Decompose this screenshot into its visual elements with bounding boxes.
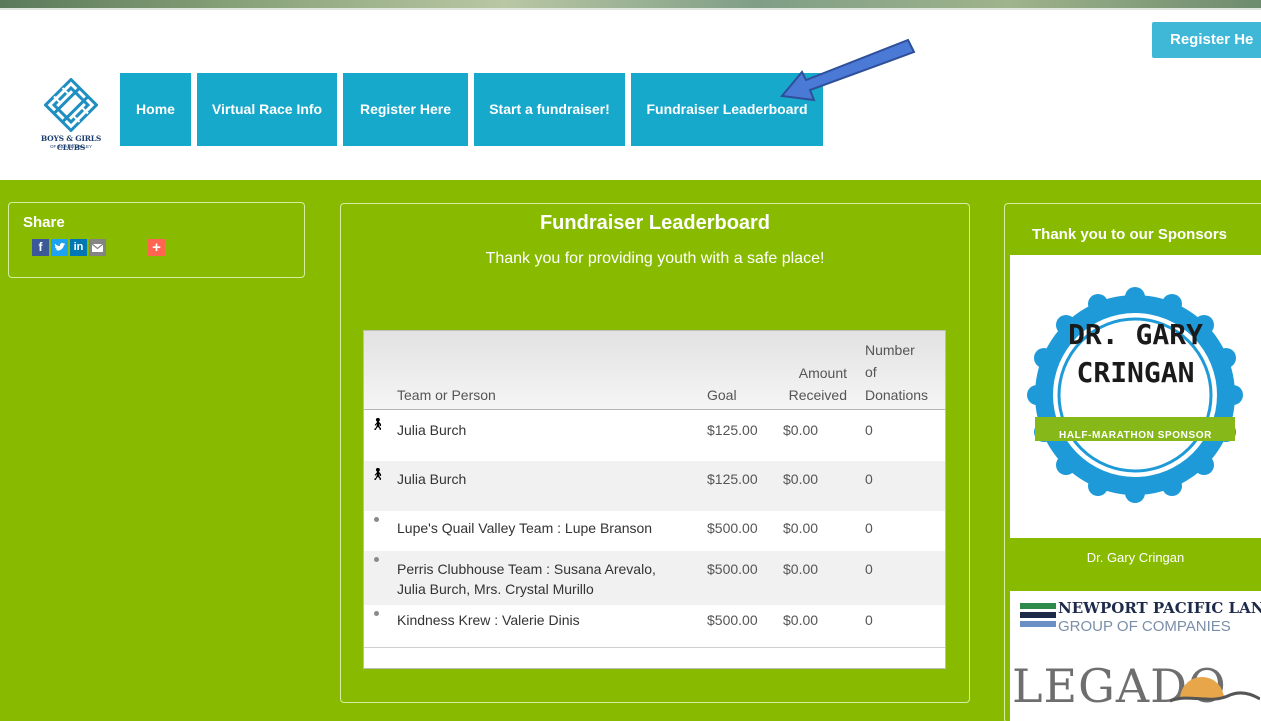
annotation-arrow-icon (780, 38, 916, 102)
logo-text: BOYS & GIRLS CLUBS (40, 134, 102, 152)
table-row[interactable]: 🚶︎ Julia Burch $125.00 $0.00 0 (364, 461, 945, 511)
newport-logo-icon (1020, 603, 1056, 627)
logo-subtext: OF INLAND VALLEY (50, 144, 92, 149)
row-donations: 0 (865, 422, 873, 438)
team-icon (374, 611, 379, 616)
row-received: $0.00 (783, 561, 819, 577)
table-row[interactable]: Kindness Krew : Valerie Dinis $500.00 $0… (364, 605, 945, 645)
person-icon: 🚶︎ (370, 417, 386, 431)
row-goal: $500.00 (707, 561, 758, 577)
legado-sun-icon (1170, 677, 1260, 703)
col-amount-line1[interactable]: Amount (782, 364, 847, 382)
table-footer (364, 647, 945, 668)
row-goal: $125.00 (707, 471, 758, 487)
row-received: $0.00 (783, 422, 819, 438)
row-name[interactable]: Julia Burch (397, 470, 466, 488)
nav-start-fundraiser[interactable]: Start a fundraiser! (474, 73, 625, 146)
row-donations: 0 (865, 471, 873, 487)
person-icon: 🚶︎ (370, 467, 386, 481)
col-goal[interactable]: Goal (707, 386, 737, 404)
row-goal: $125.00 (707, 422, 758, 438)
row-name-continued[interactable]: Julia Burch, Mrs. Crystal Murillo (397, 580, 594, 598)
row-name[interactable]: Perris Clubhouse Team : Susana Arevalo, (397, 560, 656, 578)
col-team-or-person[interactable]: Team or Person (397, 386, 496, 404)
facebook-icon[interactable]: f (32, 239, 49, 256)
col-donations-line3[interactable]: Donations (865, 386, 928, 404)
site-logo[interactable]: BOYS & GIRLS CLUBS OF INLAND VALLEY (30, 78, 112, 158)
page: Register He BOYS & GIRLS CLUBS OF INLAND… (0, 0, 1261, 721)
row-name[interactable]: Lupe's Quail Valley Team : Lupe Branson (397, 519, 652, 537)
badge-line1: DR. GARY (1068, 318, 1203, 351)
sponsor-name: Dr. Gary Cringan (1086, 550, 1185, 565)
row-donations: 0 (865, 612, 873, 628)
header-banner-image (0, 0, 1261, 10)
email-icon[interactable] (89, 239, 106, 256)
sponsor2-line1: NEWPORT PACIFIC LAND (1058, 599, 1261, 617)
col-donations-line1[interactable]: Number (865, 341, 915, 359)
table-row[interactable]: Perris Clubhouse Team : Susana Arevalo, … (364, 551, 945, 605)
nav-home[interactable]: Home (120, 73, 191, 146)
row-name[interactable]: Julia Burch (397, 421, 466, 439)
row-goal: $500.00 (707, 612, 758, 628)
share-title: Share (23, 214, 65, 231)
row-received: $0.00 (783, 612, 819, 628)
badge-ribbon-text: HALF-MARATHON SPONSOR (1059, 430, 1212, 441)
table-row[interactable]: 🚶︎ Julia Burch $125.00 $0.00 0 (364, 411, 945, 461)
row-name[interactable]: Kindness Krew : Valerie Dinis (397, 611, 580, 629)
register-here-top-button[interactable]: Register He (1152, 22, 1261, 58)
table-row[interactable]: Lupe's Quail Valley Team : Lupe Branson … (364, 511, 945, 551)
sponsor2-line2: GROUP OF COMPANIES (1058, 618, 1231, 635)
sponsor-logo-image[interactable]: NEWPORT PACIFIC LAND GROUP OF COMPANIES … (1010, 591, 1261, 721)
team-icon (374, 557, 379, 562)
leaderboard-table: Team or Person Goal Amount Received Numb… (363, 330, 946, 669)
team-icon (374, 517, 379, 522)
row-received: $0.00 (783, 471, 819, 487)
badge-line2: CRINGAN (1076, 356, 1195, 389)
twitter-icon[interactable] (51, 239, 68, 256)
sponsors-title: Thank you to our Sponsors (1032, 226, 1228, 243)
table-header: Team or Person Goal Amount Received Numb… (364, 331, 945, 410)
logo-emblem-icon (44, 78, 98, 132)
col-donations-line2[interactable]: of (865, 363, 877, 381)
sponsor-badge-image[interactable] (1010, 255, 1261, 538)
nav-register-here[interactable]: Register Here (343, 73, 468, 146)
sponsor-badge-icon (1027, 287, 1243, 503)
col-amount-line2[interactable]: Received (782, 386, 847, 404)
linkedin-icon[interactable]: in (70, 239, 87, 256)
row-donations: 0 (865, 520, 873, 536)
leaderboard-subtitle: Thank you for providing youth with a saf… (485, 250, 825, 267)
more-share-icon[interactable]: + (148, 239, 165, 256)
row-goal: $500.00 (707, 520, 758, 536)
row-donations: 0 (865, 561, 873, 577)
leaderboard-title: Fundraiser Leaderboard (539, 212, 771, 234)
nav-virtual-race-info[interactable]: Virtual Race Info (197, 73, 337, 146)
row-received: $0.00 (783, 520, 819, 536)
